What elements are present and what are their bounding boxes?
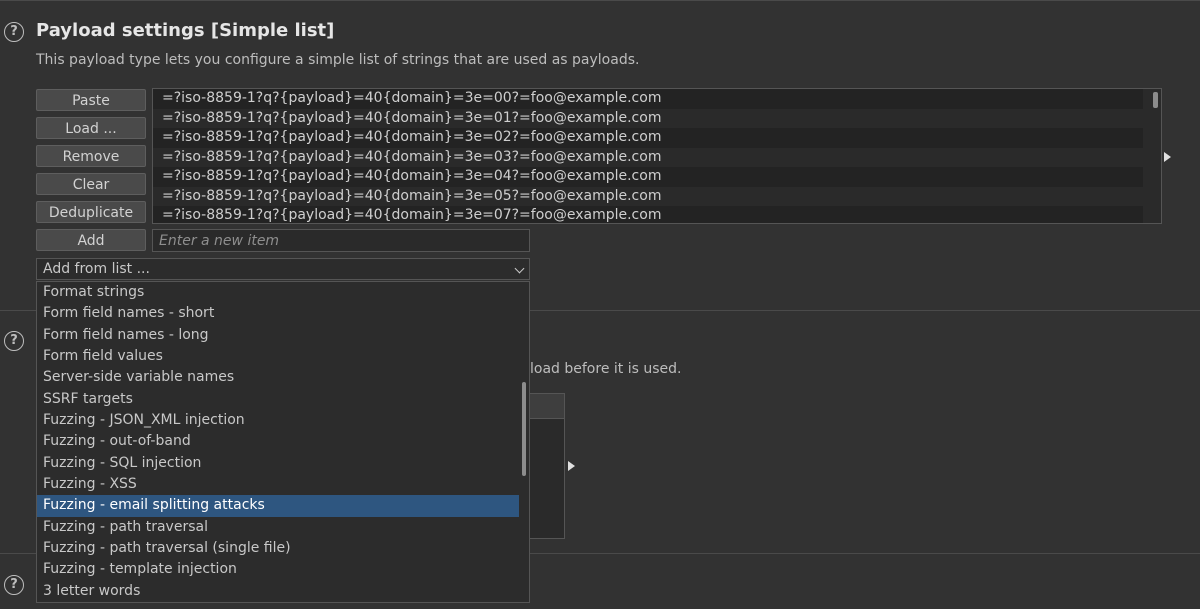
deduplicate-button[interactable]: Deduplicate bbox=[36, 201, 146, 223]
help-icon[interactable]: ? bbox=[4, 575, 24, 595]
dropdown-scrollbar[interactable] bbox=[522, 382, 526, 476]
payload-settings-panel: ? Payload settings [Simple list] This pa… bbox=[0, 0, 1200, 609]
processing-rules-table[interactable] bbox=[525, 393, 565, 539]
load-button[interactable]: Load ... bbox=[36, 117, 146, 139]
new-item-input[interactable] bbox=[152, 229, 530, 252]
dropdown-option[interactable]: Fuzzing - SQL injection bbox=[37, 453, 519, 474]
list-item[interactable]: =?iso-8859-1?q?{payload}=40{domain}=3e=0… bbox=[153, 89, 1143, 109]
list-item[interactable]: =?iso-8859-1?q?{payload}=40{domain}=3e=0… bbox=[153, 109, 1143, 129]
dropdown-option[interactable]: Format strings bbox=[37, 282, 519, 303]
dropdown-option[interactable]: Fuzzing - JSON_XML injection bbox=[37, 410, 519, 431]
add-button[interactable]: Add bbox=[36, 229, 146, 251]
add-from-list-dropdown[interactable]: Format strings Form field names - short … bbox=[36, 281, 530, 603]
dropdown-option[interactable]: Fuzzing - out-of-band bbox=[37, 431, 519, 452]
table-header bbox=[526, 394, 564, 419]
list-item[interactable]: =?iso-8859-1?q?{payload}=40{domain}=3e=0… bbox=[153, 167, 1143, 187]
list-item[interactable]: =?iso-8859-1?q?{payload}=40{domain}=3e=0… bbox=[153, 206, 1143, 223]
dropdown-option[interactable]: Form field names - short bbox=[37, 303, 519, 324]
dropdown-option[interactable]: SSRF targets bbox=[37, 389, 519, 410]
clear-button[interactable]: Clear bbox=[36, 173, 146, 195]
dropdown-option-selected[interactable]: Fuzzing - email splitting attacks bbox=[37, 495, 519, 517]
list-item[interactable]: =?iso-8859-1?q?{payload}=40{domain}=3e=0… bbox=[153, 128, 1143, 148]
remove-button[interactable]: Remove bbox=[36, 145, 146, 167]
dropdown-option[interactable]: Fuzzing - path traversal bbox=[37, 517, 519, 538]
list-item[interactable]: =?iso-8859-1?q?{payload}=40{domain}=3e=0… bbox=[153, 148, 1143, 168]
top-divider bbox=[0, 0, 1200, 1]
expand-arrow-icon[interactable] bbox=[568, 461, 575, 471]
help-icon[interactable]: ? bbox=[4, 22, 24, 42]
dropdown-option[interactable]: Fuzzing - XSS bbox=[37, 474, 519, 495]
paste-button[interactable]: Paste bbox=[36, 89, 146, 111]
dropdown-option[interactable]: Form field values bbox=[37, 346, 519, 367]
list-scrollbar[interactable] bbox=[1153, 92, 1158, 108]
dropdown-option[interactable]: Fuzzing - template injection bbox=[37, 559, 519, 580]
help-icon[interactable]: ? bbox=[4, 331, 24, 351]
list-item[interactable]: =?iso-8859-1?q?{payload}=40{domain}=3e=0… bbox=[153, 187, 1143, 207]
section-description: This payload type lets you configure a s… bbox=[36, 52, 640, 68]
dropdown-option[interactable]: Form field names - long bbox=[37, 325, 519, 346]
chevron-down-icon bbox=[514, 263, 525, 274]
dropdown-option[interactable]: Server-side variable names bbox=[37, 367, 519, 388]
dropdown-option[interactable]: 3 letter words bbox=[37, 581, 519, 602]
add-from-list-value: Add from list ... bbox=[43, 261, 150, 277]
dropdown-option[interactable]: Fuzzing - path traversal (single file) bbox=[37, 538, 519, 559]
add-from-list-select[interactable]: Add from list ... bbox=[36, 258, 530, 280]
payload-list[interactable]: =?iso-8859-1?q?{payload}=40{domain}=3e=0… bbox=[152, 88, 1162, 224]
processing-description: load before it is used. bbox=[530, 361, 682, 377]
section-title: Payload settings [Simple list] bbox=[36, 20, 335, 41]
expand-arrow-icon[interactable] bbox=[1164, 152, 1171, 162]
